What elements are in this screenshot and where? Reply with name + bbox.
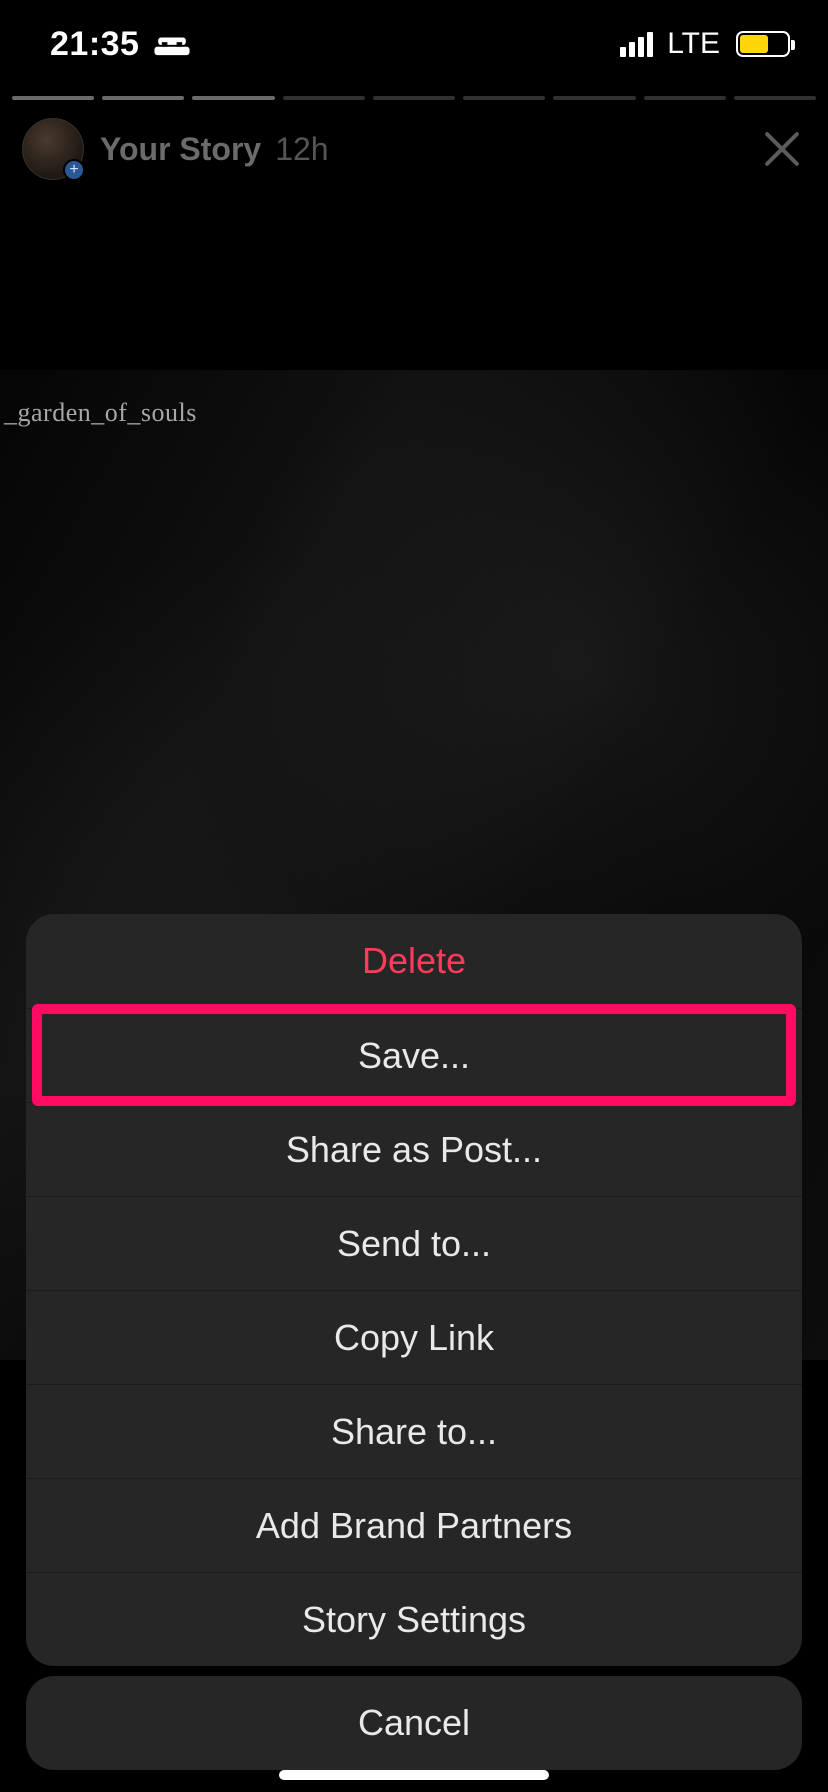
battery-icon (736, 31, 790, 57)
story-progress-segment (553, 96, 635, 100)
do-not-disturb-icon (153, 32, 191, 56)
cancel-wrap: Cancel (26, 1676, 802, 1770)
copy-link-button[interactable]: Copy Link (26, 1290, 802, 1384)
close-icon[interactable] (758, 125, 806, 173)
story-progress-segment (192, 96, 274, 100)
send-to-button[interactable]: Send to... (26, 1196, 802, 1290)
story-age: 12h (275, 131, 328, 168)
story-progress (12, 96, 816, 100)
share-to-label: Share to... (331, 1411, 497, 1453)
share-as-post-button[interactable]: Share as Post... (26, 1102, 802, 1196)
cancel-button[interactable]: Cancel (26, 1676, 802, 1770)
status-time: 21:35 (50, 25, 139, 64)
status-right: LTE (620, 27, 790, 61)
story-progress-segment (373, 96, 455, 100)
story-progress-segment (463, 96, 545, 100)
home-indicator[interactable] (279, 1770, 549, 1780)
status-bar: 21:35 LTE (0, 0, 828, 88)
share-as-post-label: Share as Post... (286, 1129, 542, 1171)
add-brand-partners-button[interactable]: Add Brand Partners (26, 1478, 802, 1572)
story-header: + Your Story 12h (22, 118, 806, 180)
add-brand-partners-label: Add Brand Partners (256, 1505, 572, 1547)
story-progress-segment (644, 96, 726, 100)
story-settings-button[interactable]: Story Settings (26, 1572, 802, 1666)
cancel-label: Cancel (358, 1702, 470, 1744)
send-to-label: Send to... (337, 1223, 491, 1265)
story-progress-segment (283, 96, 365, 100)
story-progress-segment (734, 96, 816, 100)
screen: 21:35 LTE + Your Story 12h (0, 0, 828, 1792)
story-owner-label: Your Story (100, 131, 261, 168)
story-progress-segment (12, 96, 94, 100)
network-type: LTE (667, 27, 720, 61)
action-sheet: Delete Save... Share as Post... Send to.… (26, 914, 802, 1666)
avatar[interactable]: + (22, 118, 84, 180)
story-progress-segment (102, 96, 184, 100)
delete-label: Delete (362, 940, 466, 982)
status-time-group: 21:35 (50, 25, 191, 64)
save-label: Save... (358, 1035, 470, 1077)
story-settings-label: Story Settings (302, 1599, 526, 1641)
cellular-signal-icon (620, 32, 653, 57)
story-watermark: _garden_of_souls (4, 398, 197, 428)
share-to-button[interactable]: Share to... (26, 1384, 802, 1478)
delete-button[interactable]: Delete (26, 914, 802, 1008)
copy-link-label: Copy Link (334, 1317, 494, 1359)
save-button[interactable]: Save... (26, 1008, 802, 1102)
add-to-story-icon: + (63, 159, 85, 181)
